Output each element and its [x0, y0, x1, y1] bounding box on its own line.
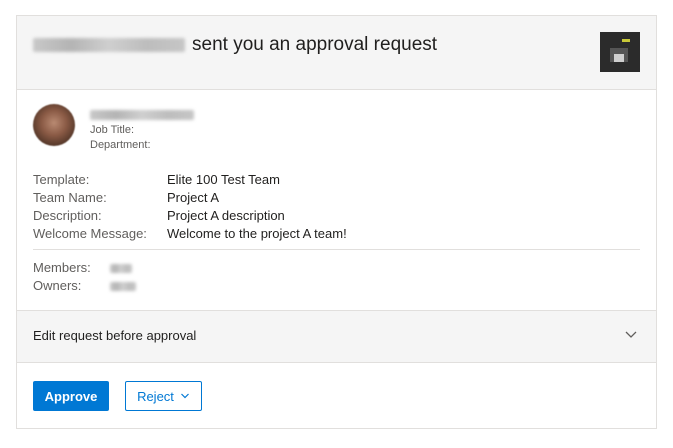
approve-button[interactable]: Approve: [33, 381, 109, 411]
detail-row-welcome-message: Welcome Message: Welcome to the project …: [33, 225, 633, 243]
detail-value: Project A description: [167, 208, 285, 223]
members-label: Members:: [33, 260, 91, 275]
detail-value: Elite 100 Test Team: [167, 172, 280, 187]
detail-row-team-name: Team Name: Project A: [33, 189, 633, 207]
members-section: Members: Owners:: [33, 259, 433, 295]
request-details: Template: Elite 100 Test Team Team Name:…: [33, 171, 633, 243]
reject-button[interactable]: Reject: [125, 381, 202, 411]
header-title: sent you an approval request: [33, 34, 437, 56]
card-header: sent you an approval request: [17, 16, 656, 90]
divider: [33, 249, 640, 250]
detail-value: Welcome to the project A team!: [167, 226, 347, 241]
requester-info: Job Title: Department:: [33, 104, 433, 154]
detail-row-description: Description: Project A description: [33, 207, 633, 225]
chevron-down-icon[interactable]: [623, 326, 639, 342]
chevron-down-icon: [180, 393, 189, 399]
detail-row-template: Template: Elite 100 Test Team: [33, 171, 633, 189]
redacted-owners: [110, 281, 136, 291]
job-title-label: Job Title:: [90, 124, 135, 136]
department-label: Department:: [90, 139, 151, 151]
app-icon: [600, 32, 640, 72]
edit-request-expander[interactable]: Edit request before approval: [17, 310, 656, 363]
avatar: [33, 104, 75, 146]
header-title-text: sent you an approval request: [192, 34, 438, 55]
detail-value: Project A: [167, 190, 220, 205]
owners-label: Owners:: [33, 278, 82, 293]
redacted-members: [110, 263, 132, 273]
approval-card: sent you an approval request Job Title: …: [16, 15, 657, 429]
owners-row: Owners:: [33, 277, 433, 295]
redacted-requester-name: [33, 38, 185, 52]
redacted-person-name: [90, 110, 194, 120]
detail-label: Team Name:: [33, 190, 107, 205]
detail-label: Welcome Message:: [33, 226, 147, 241]
edit-request-label: Edit request before approval: [33, 328, 197, 343]
detail-label: Template:: [33, 172, 90, 187]
detail-label: Description:: [33, 208, 102, 223]
reject-label: Reject: [137, 388, 174, 404]
members-row: Members:: [33, 259, 433, 277]
